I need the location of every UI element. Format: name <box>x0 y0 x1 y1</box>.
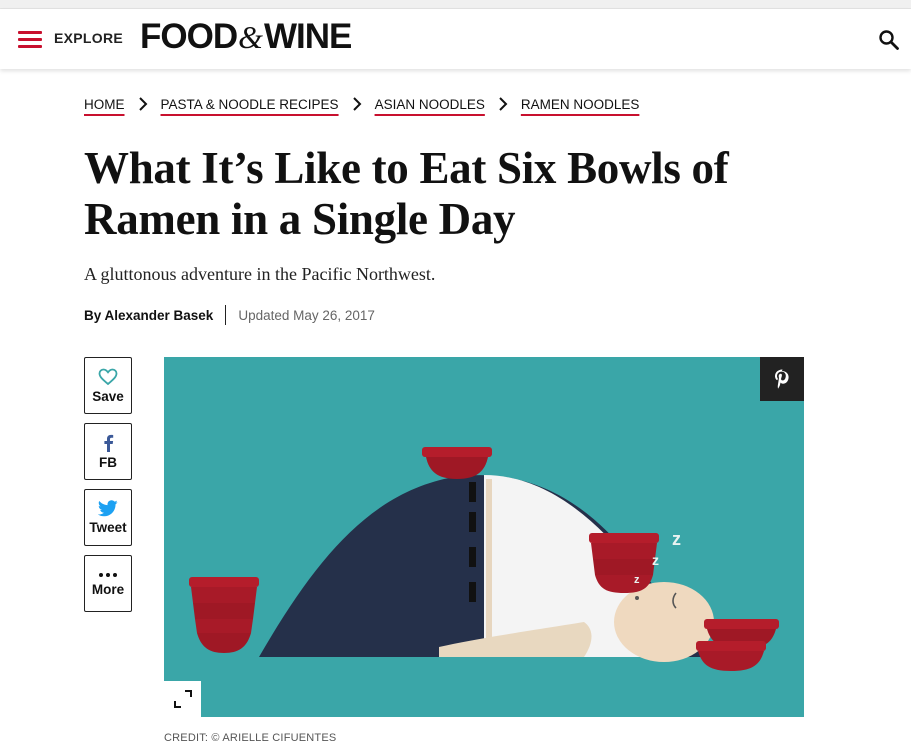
fb-label: FB <box>99 454 117 470</box>
site-logo[interactable]: FOOD & WINE <box>140 17 352 56</box>
heart-icon <box>98 368 118 385</box>
logo-food: FOOD <box>140 17 238 56</box>
logo-wine: WINE <box>264 17 352 56</box>
pinterest-button[interactable] <box>760 357 804 401</box>
byline: By Alexander Basek Updated May 26, 2017 <box>84 305 375 325</box>
more-label: More <box>91 581 125 597</box>
search-icon[interactable] <box>878 29 900 51</box>
image-credit: CREDIT: © ARIELLE CIFUENTES <box>164 732 337 744</box>
pinterest-icon <box>775 369 789 389</box>
tweet-button[interactable]: Tweet <box>84 489 132 546</box>
svg-text:z: z <box>672 529 681 549</box>
breadcrumb-asian-noodles[interactable]: ASIAN NOODLES <box>375 97 485 112</box>
save-button[interactable]: Save <box>84 357 132 414</box>
site-header: EXPLORE FOOD & WINE <box>0 9 911 69</box>
author-link[interactable]: By Alexander Basek <box>84 308 213 323</box>
article-subtitle: A gluttonous adventure in the Pacific No… <box>84 264 436 284</box>
chevron-right-icon <box>352 97 361 111</box>
logo-ampersand: & <box>238 19 263 55</box>
twitter-icon <box>98 500 118 517</box>
byline-divider <box>225 305 227 325</box>
tweet-label: Tweet <box>89 520 127 535</box>
hamburger-icon[interactable] <box>18 31 42 49</box>
facebook-icon <box>104 434 114 452</box>
svg-text:z: z <box>634 574 640 586</box>
article-title: What It’s Like to Eat Six Bowls of Ramen… <box>84 143 729 244</box>
chevron-right-icon <box>138 97 147 111</box>
breadcrumb: HOME PASTA & NOODLE RECIPES ASIAN NOODLE… <box>84 96 639 112</box>
facebook-share-button[interactable]: FB <box>84 423 132 480</box>
save-label: Save <box>92 388 124 404</box>
breadcrumb-pasta-noodle-recipes[interactable]: PASTA & NOODLE RECIPES <box>161 97 339 112</box>
updated-date: Updated May 26, 2017 <box>238 307 375 323</box>
breadcrumb-ramen-noodles[interactable]: RAMEN NOODLES <box>521 97 640 112</box>
breadcrumb-home[interactable]: HOME <box>84 97 125 112</box>
svg-text:z: z <box>652 552 659 568</box>
ellipsis-icon <box>99 572 117 577</box>
more-share-button[interactable]: More <box>84 555 132 612</box>
chevron-right-icon <box>499 97 508 111</box>
expand-image-button[interactable] <box>164 681 201 717</box>
explore-button[interactable]: EXPLORE <box>54 30 123 46</box>
expand-icon <box>173 690 192 708</box>
top-strip <box>0 0 911 9</box>
article-hero-image[interactable]: z z z <box>164 357 804 717</box>
